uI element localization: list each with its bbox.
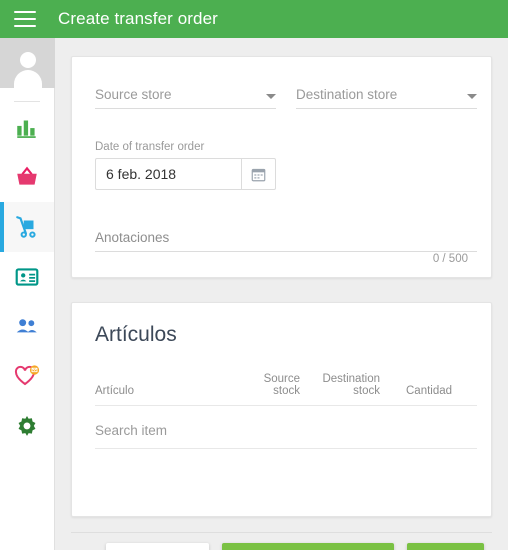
notes-label: Anotaciones — [95, 230, 170, 245]
create-and-receive-button[interactable]: CREATE AND RECEIVE — [221, 543, 395, 550]
item-search-input[interactable]: Search item — [95, 413, 477, 449]
transfer-details-card: Source store Destination store Date of t… — [71, 56, 492, 278]
create-button[interactable]: CREAR — [407, 543, 484, 550]
heart-icon — [14, 365, 40, 386]
chevron-down-icon — [266, 94, 276, 99]
sidebar-item-reports[interactable] — [0, 102, 54, 152]
transfer-date-field: Date of transfer order 6 feb. 2018 — [95, 141, 276, 190]
date-input[interactable]: 6 feb. 2018 — [96, 159, 241, 189]
column-header-cantidad: Cantidad — [406, 385, 453, 397]
user-avatar-icon — [11, 48, 45, 88]
action-buttons: CANCELAR CREATE AND RECEIVE CREAR — [71, 543, 492, 550]
destination-store-select[interactable]: Destination store — [296, 87, 477, 109]
hamburger-menu-icon[interactable] — [14, 11, 36, 27]
source-store-label: Source store — [95, 87, 172, 102]
sidebar-item-customers[interactable] — [0, 252, 54, 302]
sidebar-item-loyalty[interactable] — [0, 352, 54, 402]
bar-chart-icon — [17, 120, 36, 138]
items-card: Artículos Artículo Source stock Destinat… — [71, 302, 492, 517]
top-app-bar: Create transfer order — [0, 0, 508, 38]
hand-truck-icon — [16, 216, 36, 238]
page-title: Create transfer order — [58, 9, 218, 28]
column-header-articulo: Artículo — [95, 385, 134, 397]
transfer-date-label: Date of transfer order — [95, 141, 205, 153]
footer-divider — [71, 532, 492, 533]
sidebar-item-settings[interactable] — [0, 402, 54, 452]
sidebar — [0, 38, 55, 550]
source-store-select[interactable]: Source store — [95, 87, 276, 109]
cancel-button[interactable]: CANCELAR — [106, 543, 209, 550]
app-window: Create transfer order Source store Desti… — [0, 0, 508, 550]
column-header-destination-stock: Destination stock — [322, 373, 380, 397]
notes-character-counter: 0 / 500 — [432, 253, 468, 265]
notes-field[interactable]: Anotaciones — [95, 230, 477, 252]
items-section-title: Artículos — [95, 323, 177, 346]
calendar-icon — [251, 168, 266, 181]
sidebar-item-sales[interactable] — [0, 152, 54, 202]
id-card-icon — [15, 268, 39, 286]
avatar[interactable] — [0, 38, 55, 88]
chevron-down-icon — [467, 94, 477, 99]
date-input-row[interactable]: 6 feb. 2018 — [95, 158, 276, 190]
sidebar-item-users[interactable] — [0, 302, 54, 352]
column-header-source-stock: Source stock — [263, 373, 300, 397]
people-icon — [16, 319, 37, 333]
shopping-basket-icon — [17, 166, 37, 185]
sidebar-item-transfers[interactable] — [0, 202, 54, 252]
items-table-header: Artículo Source stock Destination stock … — [95, 373, 477, 406]
content-area: Source store Destination store Date of t… — [55, 38, 508, 550]
calendar-picker-button[interactable] — [241, 159, 275, 189]
destination-store-label: Destination store — [296, 87, 398, 102]
gear-icon — [18, 415, 36, 436]
